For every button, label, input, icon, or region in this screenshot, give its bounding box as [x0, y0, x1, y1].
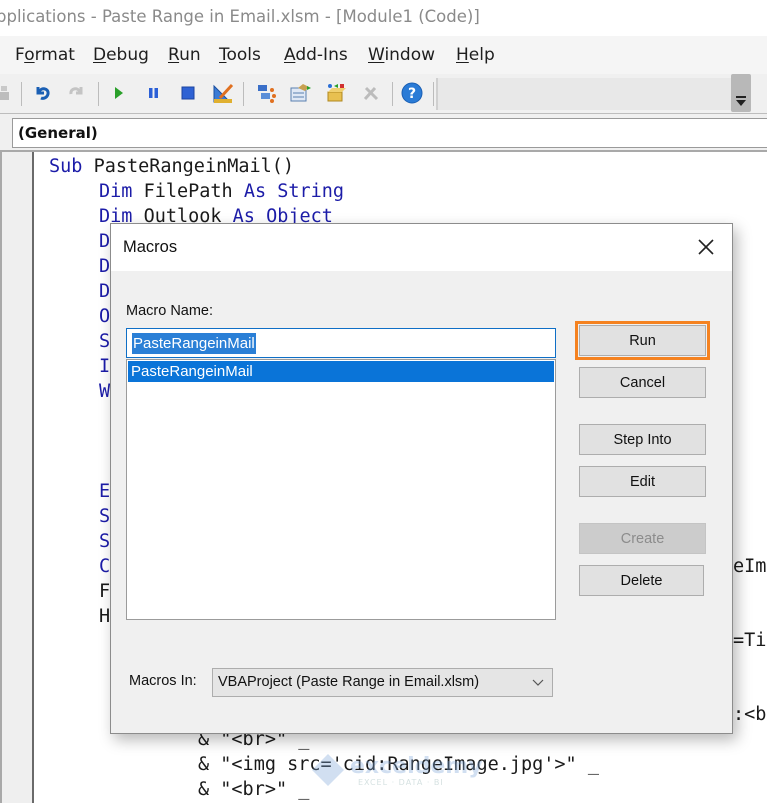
toolbox-icon[interactable] [360, 82, 382, 104]
menu-window[interactable]: Window [368, 45, 435, 65]
code-line-partial: W [99, 381, 111, 402]
code-line: & "<br>" _ [198, 779, 310, 800]
menu-debug[interactable]: Debug [93, 45, 149, 65]
menu-format[interactable]: Format [15, 45, 75, 65]
toolbar-empty-area [436, 78, 749, 110]
macros-in-select[interactable]: VBAProject (Paste Range in Email.xlsm) [212, 668, 553, 697]
redo-icon[interactable] [65, 82, 87, 104]
close-icon [698, 239, 714, 255]
object-browser-icon[interactable] [324, 82, 346, 104]
code-line: Sub PasteRangeinMail() [49, 156, 295, 177]
code-line-partial: D [99, 231, 111, 252]
help-icon[interactable]: ? [401, 82, 423, 104]
project-explorer-icon[interactable] [256, 82, 278, 104]
toolbar-separator [243, 82, 244, 106]
code-line-partial: D [99, 256, 111, 277]
code-line-fragment: eIm [733, 556, 767, 577]
watermark-name: exceldemy [350, 754, 483, 779]
menu-bar: Format Debug Run Tools Add-Ins Window He… [0, 36, 767, 74]
code-line-partial: S [99, 331, 111, 352]
cancel-button[interactable]: Cancel [579, 367, 706, 398]
menu-add-ins[interactable]: Add-Ins [284, 45, 348, 65]
design-mode-icon[interactable] [212, 82, 234, 104]
code-line-fragment: :<b [733, 704, 767, 725]
dialog-title: Macros [123, 238, 178, 256]
reset-icon[interactable] [177, 82, 199, 104]
code-line-partial: S [99, 531, 111, 552]
toolbar-separator [392, 82, 393, 106]
code-line-partial: S [99, 506, 111, 527]
toolbar-separator [98, 82, 99, 106]
object-procedure-bar: (General) [0, 114, 767, 152]
break-icon[interactable] [143, 82, 165, 104]
code-line-partial: I [99, 356, 111, 377]
object-combo[interactable]: (General) [12, 118, 767, 148]
toolbar-separator [433, 82, 434, 106]
step-into-button[interactable]: Step Into [579, 424, 706, 455]
delete-button[interactable]: Delete [579, 565, 704, 596]
close-button[interactable] [694, 235, 718, 259]
macros-in-label: Macros In: [129, 673, 197, 689]
run-sub-icon[interactable] [108, 82, 130, 104]
margin-indicator-bar[interactable] [2, 152, 34, 803]
toolbar-options-dropdown[interactable] [731, 74, 751, 112]
undo-icon[interactable] [32, 82, 54, 104]
standard-toolbar: ? [0, 74, 767, 114]
watermark-tagline: EXCEL · DATA · BI [358, 778, 444, 787]
code-line: Dim FilePath As String [99, 181, 345, 202]
properties-window-icon[interactable] [289, 82, 311, 104]
chevron-down-icon [532, 679, 544, 686]
menu-tools[interactable]: Tools [219, 45, 261, 65]
run-button[interactable]: Run [575, 321, 710, 360]
edit-button[interactable]: Edit [579, 466, 706, 497]
chevron-down-icon [736, 100, 746, 106]
dialog-title-bar: Macros [111, 224, 732, 271]
code-line-partial: D [99, 281, 111, 302]
code-line-partial: C [99, 556, 111, 577]
toolbar-separator [21, 82, 22, 106]
macro-name-label: Macro Name: [126, 303, 214, 319]
svg-text:?: ? [408, 86, 416, 102]
macros-dialog: Macros Macro Name: PasteRangeinMail Past… [110, 223, 733, 734]
macro-name-input[interactable]: PasteRangeinMail [126, 328, 556, 358]
window-title: pplications - Paste Range in Email.xlsm … [0, 7, 480, 26]
macro-list-item[interactable]: PasteRangeinMail [128, 361, 554, 382]
menu-help[interactable]: Help [456, 45, 495, 65]
menu-run[interactable]: Run [168, 45, 201, 65]
title-bar: pplications - Paste Range in Email.xlsm … [0, 0, 767, 36]
watermark-logo: exceldemy EXCEL · DATA · BI [310, 752, 483, 792]
create-button[interactable]: Create [579, 523, 706, 554]
toolbar-options-bar-icon [736, 96, 746, 98]
macro-list[interactable]: PasteRangeinMail [126, 359, 556, 620]
watermark-logo-icon [312, 754, 344, 786]
find-icon[interactable] [0, 82, 16, 104]
code-line-partial: H [99, 606, 111, 627]
object-combo-value: (General) [18, 124, 98, 142]
code-line-partial: O [99, 306, 111, 327]
macros-in-value: VBAProject (Paste Range in Email.xlsm) [218, 674, 480, 690]
code-line-partial: E [99, 481, 111, 502]
code-line-fragment: =Ti [733, 630, 767, 651]
code-line-partial: F [99, 581, 111, 602]
macro-name-value: PasteRangeinMail [132, 333, 256, 354]
